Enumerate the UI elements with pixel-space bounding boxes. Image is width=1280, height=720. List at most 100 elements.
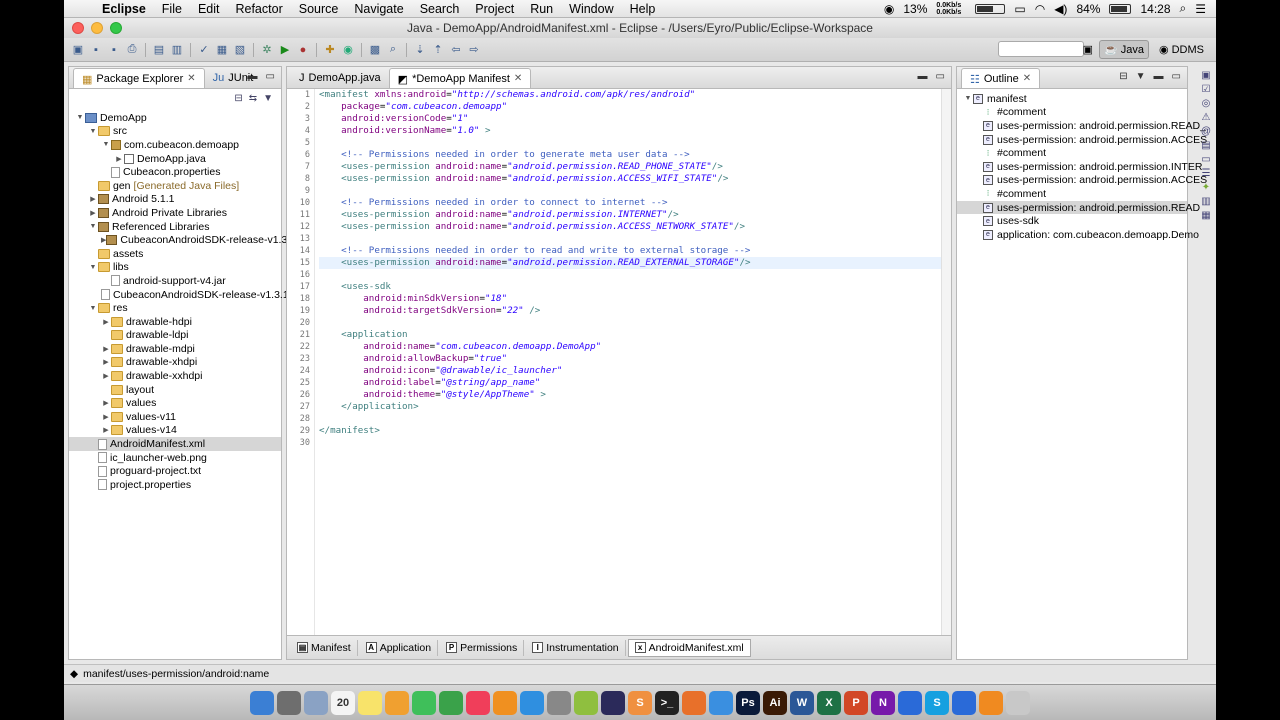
open-perspective-icon[interactable]: ▣ — [1083, 43, 1093, 56]
volume-icon[interactable]: ◀) — [1054, 2, 1067, 16]
code-line[interactable]: android:label="@string/app_name" — [319, 377, 951, 389]
expand-toggle-icon[interactable]: ▼ — [88, 264, 98, 271]
expand-toggle-icon[interactable]: ▶ — [114, 155, 124, 163]
code-line[interactable] — [319, 437, 951, 449]
expand-toggle-icon[interactable]: ▶ — [101, 345, 111, 353]
save-icon[interactable]: ▪ — [88, 42, 104, 58]
outline-item[interactable]: ⁝ #comment — [957, 146, 1187, 160]
print-icon[interactable]: ⎙ — [124, 42, 140, 58]
open-type-icon[interactable]: ▩ — [367, 42, 383, 58]
maximize-icon[interactable]: ▭ — [1172, 71, 1181, 82]
facetime-icon[interactable] — [439, 690, 463, 715]
tree-item[interactable]: ▶ drawable-hdpi — [69, 315, 281, 329]
tree-item[interactable]: ▼ Referenced Libraries — [69, 220, 281, 234]
expand-toggle-icon[interactable]: ▼ — [101, 141, 111, 148]
maximize-icon[interactable]: ▭ — [936, 71, 945, 82]
tree-item[interactable]: layout — [69, 383, 281, 397]
java-perspective-button[interactable]: ☕ Java — [1099, 40, 1149, 59]
outline-item[interactable]: ▼ e manifest — [957, 92, 1187, 106]
expand-toggle-icon[interactable]: ▶ — [88, 209, 98, 217]
view-menu-icon[interactable]: ▼ — [1136, 71, 1146, 82]
wifi-icon[interactable]: ◠ — [1035, 2, 1045, 16]
photos-icon[interactable] — [385, 690, 409, 715]
outline-item[interactable]: e uses-permission: android.permission.ACC… — [957, 133, 1207, 147]
tree-item[interactable]: ▶ Android Private Libraries — [69, 206, 281, 220]
appstore-icon[interactable] — [520, 690, 544, 715]
launchpad-icon[interactable] — [277, 690, 301, 715]
new-icon[interactable]: ▣ — [70, 42, 86, 58]
tree-item[interactable]: CubeaconAndroidSDK-release-v1.3.1 — [69, 288, 289, 302]
editor-scrollbar[interactable] — [941, 89, 951, 635]
minimize-window-button[interactable] — [91, 22, 103, 34]
battery-percent[interactable]: 84% — [1076, 2, 1100, 16]
bottom-tab-application[interactable]: A Application — [360, 639, 439, 656]
xml-source-editor[interactable]: 1 2 3 4 5 6 7 8 9 10 11 12 13 14 15 16 17 18 19 20 21 22 23 24 2… — [287, 89, 951, 635]
code-line[interactable]: <!-- Permissions needed in order to read… — [319, 245, 951, 257]
expand-toggle-icon[interactable]: ▼ — [88, 128, 98, 135]
preview-icon[interactable] — [304, 690, 328, 715]
tree-item[interactable]: ▶ drawable-xhdpi — [69, 356, 281, 370]
tree-item[interactable]: ▶ Android 5.1.1 — [69, 193, 281, 207]
notes-icon[interactable] — [358, 690, 382, 715]
outline-item[interactable]: e uses-permission: android.permission.REA… — [957, 200, 1200, 215]
declaration-icon[interactable]: ▤ — [1201, 140, 1210, 151]
tree-item[interactable]: AndroidManifest.xml — [69, 437, 281, 451]
avd-manager-icon[interactable]: ▥ — [169, 42, 185, 58]
tree-item[interactable]: ▶ CubeaconAndroidSDK-release-v1.3.1 — [69, 233, 296, 247]
expand-toggle-icon[interactable]: ▼ — [963, 95, 973, 102]
excel-icon[interactable]: X — [817, 690, 841, 715]
new-xml-icon[interactable]: ▧ — [232, 42, 248, 58]
minimize-icon[interactable]: ▬ — [1154, 71, 1164, 82]
outline-item[interactable]: ⁝ #comment — [957, 106, 1187, 120]
code-line[interactable]: <uses-permission android:name="android.p… — [319, 161, 951, 173]
terminal-icon[interactable]: >_ — [655, 690, 679, 715]
photoshop-icon[interactable]: Ps — [736, 690, 760, 715]
javadoc-icon[interactable]: @ — [1201, 126, 1211, 137]
vlc-icon[interactable] — [979, 690, 1003, 715]
notification-center-icon[interactable]: ☰ — [1195, 2, 1206, 16]
display-icon[interactable]: ▭ — [1014, 2, 1025, 16]
code-line[interactable]: package="com.cubeacon.demoapp" — [319, 101, 951, 113]
calendar-icon[interactable]: 20 — [331, 690, 355, 715]
code-line[interactable]: android:allowBackup="true" — [319, 353, 951, 365]
previous-annotation-icon[interactable]: ⇡ — [430, 42, 446, 58]
outline-item[interactable]: e application: com.cubeacon.demoapp.Demo — [957, 228, 1199, 242]
sublime-icon[interactable]: S — [628, 690, 652, 715]
messages-icon[interactable] — [412, 690, 436, 715]
tree-item[interactable]: gen [Generated Java Files] — [69, 179, 281, 193]
tree-item[interactable]: ▶ DemoApp.java — [69, 152, 281, 166]
expand-toggle-icon[interactable]: ▶ — [88, 195, 98, 203]
code-line[interactable]: android:minSdkVersion="18" — [319, 293, 951, 305]
code-line[interactable]: </application> — [319, 401, 951, 413]
vpn-icon[interactable] — [952, 690, 976, 715]
firefox-icon[interactable] — [682, 690, 706, 715]
collapse-all-icon[interactable]: ⊟ — [234, 93, 242, 104]
search-tool-icon[interactable]: ⌕ — [385, 42, 401, 58]
music-icon[interactable] — [466, 690, 490, 715]
maximize-icon[interactable]: ▭ — [266, 71, 275, 82]
tab-package-explorer[interactable]: ▦ Package Explorer ✕ — [73, 68, 205, 88]
close-icon[interactable]: ✕ — [1023, 73, 1031, 84]
tree-item[interactable]: ▶ values-v11 — [69, 410, 281, 424]
tree-item[interactable]: ▼ DemoApp — [69, 111, 281, 125]
battery-icon[interactable] — [1109, 3, 1132, 14]
minimize-icon[interactable]: ▬ — [918, 71, 928, 82]
run-icon[interactable]: ▶ — [277, 42, 293, 58]
expand-toggle-icon[interactable]: ▶ — [101, 372, 111, 380]
close-icon[interactable]: ✕ — [187, 73, 195, 84]
tree-item[interactable]: ic_launcher-web.png — [69, 451, 281, 465]
code-line[interactable]: android:versionName="1.0" > — [319, 125, 951, 137]
tab-demoapp-java[interactable]: J DemoApp.java — [291, 68, 389, 88]
menu-refactor[interactable]: Refactor — [227, 2, 290, 16]
code-line[interactable] — [319, 317, 951, 329]
close-window-button[interactable] — [72, 22, 84, 34]
menu-edit[interactable]: Edit — [190, 2, 228, 16]
minimize-icon[interactable]: ▬ — [248, 71, 258, 82]
outline-item[interactable]: e uses-sdk — [957, 214, 1187, 228]
bottom-tab-androidmanifest-xml[interactable]: x AndroidManifest.xml — [627, 638, 751, 657]
code-line[interactable]: <uses-permission android:name="android.p… — [319, 221, 951, 233]
code-line[interactable] — [319, 137, 951, 149]
external-tools-icon[interactable]: ● — [295, 42, 311, 58]
menu-eclipse[interactable]: Eclipse — [94, 2, 154, 16]
code-line[interactable]: android:theme="@style/AppTheme" > — [319, 389, 951, 401]
